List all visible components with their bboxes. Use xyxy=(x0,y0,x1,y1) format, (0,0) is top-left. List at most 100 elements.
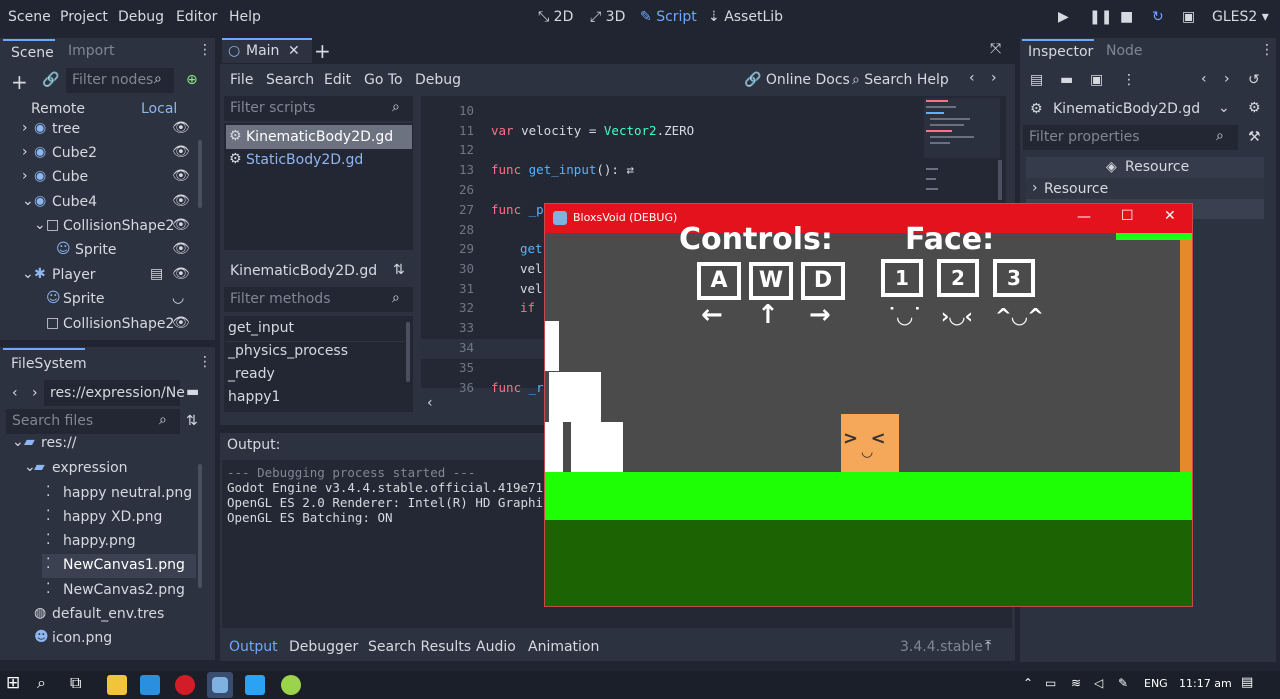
method-item[interactable]: _ready xyxy=(228,366,275,382)
code-line[interactable]: vel xyxy=(520,281,543,296)
bottom-tab-animation[interactable]: Animation xyxy=(528,639,599,655)
menu-edit[interactable]: Edit xyxy=(324,72,351,88)
menu-debug[interactable]: Debug xyxy=(118,9,164,25)
close-icon[interactable]: ✕ xyxy=(1164,208,1176,224)
split-view-icon[interactable]: ▬ xyxy=(186,384,199,400)
menu-search[interactable]: Search xyxy=(266,72,314,88)
node-sprite[interactable]: ☺ Sprite 👁 xyxy=(4,240,204,264)
methods-scrollbar[interactable] xyxy=(406,322,410,382)
code-line[interactable]: var velocity = Vector2.ZERO xyxy=(491,123,694,138)
bottom-tab-audio[interactable]: Audio xyxy=(476,639,516,655)
node-collisionshape2-2[interactable]: □ CollisionShape2 👁 xyxy=(4,314,204,338)
filter-nodes-input[interactable]: Filter nodes ⌕ xyxy=(66,68,174,93)
menu-editor[interactable]: Editor xyxy=(176,9,217,25)
menu-goto[interactable]: Go To xyxy=(364,72,403,88)
visibility-icon[interactable]: 👁 xyxy=(172,241,190,257)
method-item[interactable]: _physics_process xyxy=(228,343,348,359)
game-window[interactable]: BloxsVoid (DEBUG) — ☐ ✕ Controls: Face: … xyxy=(544,203,1193,607)
distraction-free-icon[interactable]: ⤧ xyxy=(990,41,1001,57)
play-icon[interactable]: ▶ xyxy=(1058,9,1069,25)
method-item[interactable]: happy1 xyxy=(228,389,280,405)
workspace-3d[interactable]: ⤢ 3D xyxy=(590,9,625,25)
menu-file[interactable]: File xyxy=(230,72,253,88)
node-collisionshape2[interactable]: ⌄ □ CollisionShape2 👁 xyxy=(4,216,204,240)
paint-icon[interactable] xyxy=(245,675,265,695)
opera-icon[interactable] xyxy=(175,675,195,695)
windows-start-icon[interactable]: ⊞ xyxy=(6,673,20,693)
history-forward-icon[interactable]: › xyxy=(1224,71,1230,87)
sort-icon[interactable]: ⇅ xyxy=(393,262,405,278)
file-icon-png[interactable]: ☻ icon.png xyxy=(4,628,204,652)
history-icon[interactable]: ↺ xyxy=(1248,72,1260,88)
online-docs-link[interactable]: 🔗 Online Docs xyxy=(744,72,850,88)
collapse-panel-icon[interactable]: ‹ xyxy=(427,395,433,411)
visibility-icon[interactable]: 👁 xyxy=(172,120,190,136)
folder-expression[interactable]: ⌄ ▰ expression xyxy=(4,458,204,482)
add-node-icon[interactable]: + xyxy=(11,70,28,94)
bottom-tab-search-results[interactable]: Search Results xyxy=(368,639,471,655)
forward-icon[interactable]: › xyxy=(32,385,38,401)
file-explorer-icon[interactable] xyxy=(107,675,127,695)
history-back-icon[interactable]: ‹ xyxy=(1201,71,1207,87)
open-folder-icon[interactable]: ▬ xyxy=(1060,72,1073,88)
bottom-tab-debugger[interactable]: Debugger xyxy=(289,639,358,655)
menu-dots-icon[interactable]: ⋮ xyxy=(1260,42,1274,58)
code-scrollbar[interactable] xyxy=(998,160,1002,200)
file-happy-xd[interactable]: ⁚ happy XD.png xyxy=(4,507,204,531)
code-line[interactable]: func _p xyxy=(491,202,544,217)
search-icon[interactable]: ⌕ xyxy=(37,673,46,693)
close-icon[interactable]: ✕ xyxy=(288,43,300,59)
movie-icon[interactable]: ▣ xyxy=(1182,9,1195,25)
file-default-env[interactable]: ◍ default_env.tres xyxy=(4,604,204,628)
code-line[interactable]: func get_input(): ⇄ xyxy=(491,162,634,177)
menu-dots-icon[interactable]: ⋮ xyxy=(198,354,212,370)
tab-inspector[interactable]: Inspector xyxy=(1022,39,1094,64)
method-item[interactable]: get_input xyxy=(228,320,294,336)
godot-taskbar-icon[interactable] xyxy=(207,672,233,698)
code-line[interactable]: get xyxy=(520,241,543,256)
link-icon[interactable]: 🔗 xyxy=(42,72,59,88)
clock[interactable]: 11:17 am xyxy=(1179,677,1232,690)
visibility-icon[interactable]: 👁 xyxy=(172,144,190,160)
node-player[interactable]: ⌄ ✱ Player ▤ 👁 xyxy=(4,265,204,289)
node-cube4[interactable]: ⌄ ◉ Cube4 👁 xyxy=(4,192,204,216)
language-indicator[interactable]: ENG xyxy=(1144,677,1168,690)
inspector-resource-row[interactable]: › Resource xyxy=(1026,178,1264,199)
folder-res[interactable]: ⌄ ▰ res:// xyxy=(4,434,204,458)
bottom-tab-output[interactable]: Output xyxy=(229,639,278,655)
stop-icon[interactable]: ■ xyxy=(1120,9,1133,25)
file-newcanvas2[interactable]: ⁚ NewCanvas2.png xyxy=(4,580,204,604)
tab-scene[interactable]: Scene xyxy=(3,39,55,64)
back-icon[interactable]: ‹ xyxy=(12,385,18,401)
notifications-icon[interactable]: ▤ xyxy=(1241,675,1253,690)
visibility-icon[interactable]: 👁 xyxy=(172,193,190,209)
new-resource-icon[interactable]: ▤ xyxy=(1030,72,1043,88)
tab-import[interactable]: Import xyxy=(68,43,114,59)
menu-debug-script[interactable]: Debug xyxy=(415,72,461,88)
tab-node[interactable]: Node xyxy=(1106,43,1143,59)
task-view-icon[interactable]: ⧉ xyxy=(70,673,81,693)
visibility-icon[interactable]: 👁 xyxy=(172,168,190,184)
mail-icon[interactable] xyxy=(140,675,160,695)
code-line[interactable]: func _r xyxy=(491,380,544,395)
workspace-assetlib[interactable]: ⇣ AssetLib xyxy=(708,9,783,25)
script-item-kinematicbody2d[interactable]: ⚙ KinematicBody2D.gd xyxy=(226,125,412,149)
save-icon[interactable]: ▣ xyxy=(1090,72,1103,88)
file-newcanvas1[interactable]: ⁚ NewCanvas1.png xyxy=(42,554,196,578)
chevron-down-icon[interactable]: ⌄ xyxy=(1218,100,1230,116)
filter-properties-input[interactable]: Filter properties ⌕ xyxy=(1023,125,1238,150)
object-tools-icon[interactable]: ⚙ xyxy=(1248,100,1261,116)
hidden-icon[interactable]: ◡ xyxy=(172,290,184,306)
menu-scene[interactable]: Scene xyxy=(8,9,51,25)
more-icon[interactable]: ⋮ xyxy=(1122,72,1136,88)
battery-icon[interactable]: ▭ xyxy=(1045,676,1056,690)
search-help-button[interactable]: ⌕ Search Help xyxy=(852,72,949,88)
workspace-script[interactable]: ✎ Script xyxy=(640,9,697,25)
local-tab[interactable]: Local xyxy=(141,101,177,117)
new-tab-icon[interactable]: + xyxy=(314,39,331,63)
volume-icon[interactable]: ◁ xyxy=(1094,676,1103,690)
remote-debug-icon[interactable]: ↻ xyxy=(1152,9,1164,25)
visibility-icon[interactable]: 👁 xyxy=(172,266,190,282)
app-icon[interactable] xyxy=(281,675,301,695)
maximize-icon[interactable]: ☐ xyxy=(1121,208,1134,224)
